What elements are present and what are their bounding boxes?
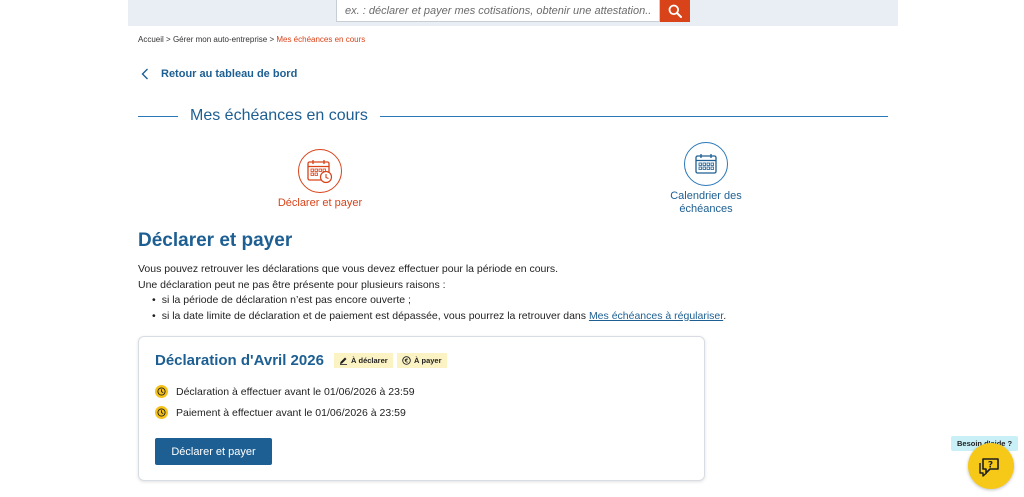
declaration-card: Déclaration d'Avril 2026 À déclarer € À …: [138, 336, 705, 481]
tile-icon-circle: [298, 149, 342, 193]
reason-text: si la date limite de déclaration et de p…: [161, 309, 589, 322]
svg-text:?: ?: [988, 461, 993, 471]
section-title-text: Mes échéances en cours: [190, 107, 368, 124]
tile-label: Déclarer et payer: [277, 197, 363, 209]
divider-line: [138, 115, 178, 117]
reason-text-suffix: .: [723, 309, 727, 322]
status-badge-declare: À déclarer: [334, 353, 393, 368]
reason-item: si la date limite de déclaration et de p…: [152, 309, 898, 325]
back-to-dashboard-link[interactable]: Retour au tableau de bord: [141, 68, 297, 80]
clock-icon: [155, 385, 168, 398]
breadcrumb-separator: >: [269, 35, 275, 44]
back-link-label: Retour au tableau de bord: [161, 68, 298, 80]
declaration-title: Déclaration d'Avril 2026: [155, 352, 324, 369]
divider-line: [379, 115, 888, 117]
due-declaration-row: Déclaration à effectuer avant le 01/06/2…: [155, 385, 415, 398]
help-chat-icon: ?: [979, 458, 999, 477]
breadcrumb-home[interactable]: Accueil: [138, 35, 164, 44]
reason-text: si la période de déclaration n’est pas e…: [161, 294, 411, 306]
tile-declarer-payer[interactable]: Déclarer et payer: [270, 149, 370, 210]
breadcrumb-current: Mes échéances en cours: [276, 35, 366, 44]
help-button[interactable]: ?: [968, 443, 1014, 489]
page-heading: Déclarer et payer: [138, 230, 293, 251]
declarer-et-payer-button[interactable]: Déclarer et payer: [155, 438, 272, 465]
intro-line: Vous pouvez retrouver les déclarations q…: [138, 263, 559, 275]
calendar-clock-icon: [307, 160, 333, 184]
badge-label: À déclarer: [351, 356, 388, 365]
due-payment-row: Paiement à effectuer avant le 01/06/2026…: [155, 406, 406, 419]
search-input[interactable]: [336, 0, 660, 22]
search-icon: [668, 4, 682, 18]
intro-text: Vous pouvez retrouver les déclarations q…: [138, 262, 898, 324]
tile-calendrier[interactable]: Calendrier des échéances: [660, 142, 752, 216]
page: Accueil > Gérer mon auto-entreprise > Me…: [0, 0, 1024, 497]
calendar-icon: [695, 154, 717, 174]
pencil-icon: [340, 357, 347, 365]
intro-line: Une déclaration peut ne pas être présent…: [138, 278, 446, 291]
tile-label: Calendrier des échéances: [670, 190, 742, 215]
breadcrumb-manage[interactable]: Gérer mon auto-entreprise: [173, 35, 267, 44]
status-badge-pay: € À payer: [397, 353, 447, 368]
euro-icon: €: [402, 356, 411, 365]
clock-icon: [155, 406, 168, 419]
due-payment-text: Paiement à effectuer avant le 01/06/2026…: [176, 406, 406, 419]
search-bar: [336, 0, 690, 22]
section-title: Mes échéances en cours: [138, 105, 888, 127]
badge-label: À payer: [414, 356, 442, 365]
search-button[interactable]: [660, 0, 690, 22]
reasons-list: si la période de déclaration n’est pas e…: [152, 293, 898, 324]
echeances-a-regulariser-link[interactable]: Mes échéances à régulariser: [589, 310, 723, 322]
tile-icon-circle: [684, 142, 728, 186]
breadcrumb: Accueil > Gérer mon auto-entreprise > Me…: [138, 35, 365, 44]
breadcrumb-separator: >: [166, 35, 171, 44]
chevron-left-icon: [141, 68, 148, 80]
due-declaration-text: Déclaration à effectuer avant le 01/06/2…: [176, 385, 415, 398]
svg-text:€: €: [404, 359, 409, 365]
reason-item: si la période de déclaration n’est pas e…: [152, 293, 898, 309]
